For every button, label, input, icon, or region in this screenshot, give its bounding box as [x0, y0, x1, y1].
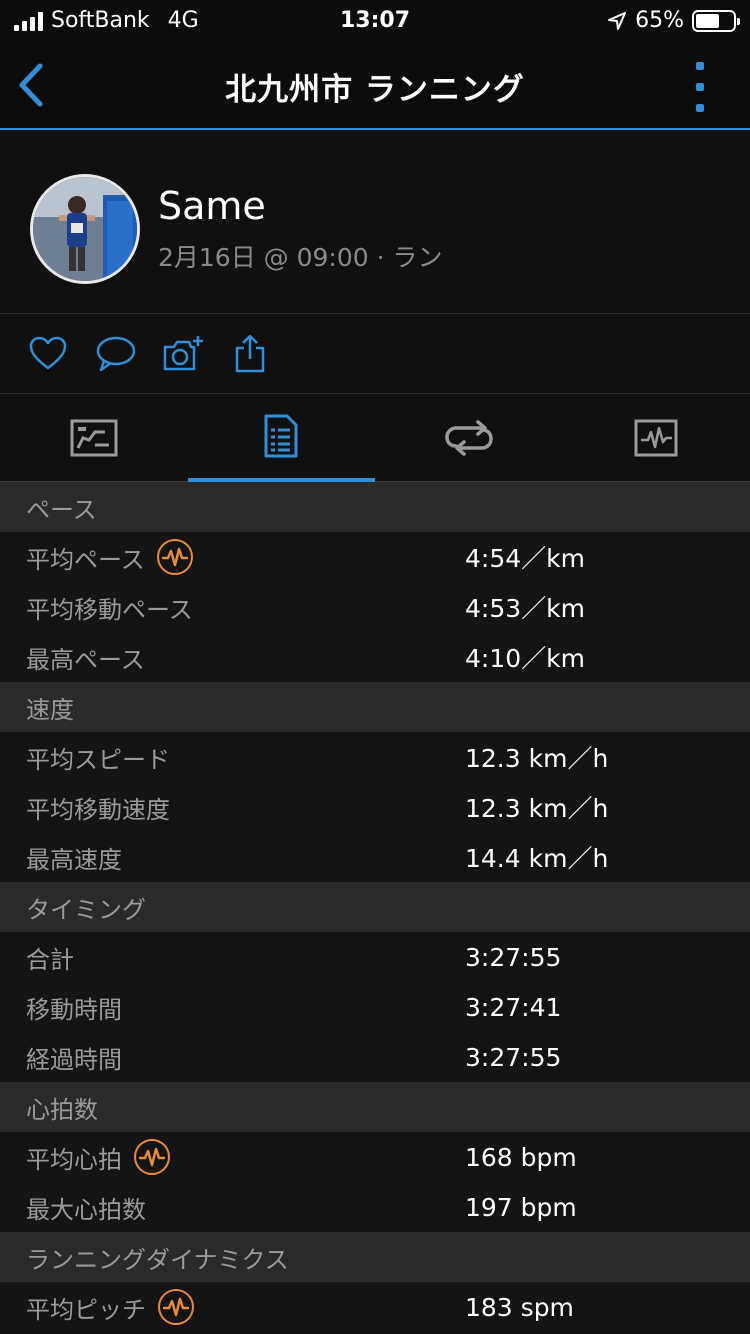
heart-rate-badge-icon[interactable]: [158, 1289, 194, 1325]
stat-row: 平均移動速度 12.3 km／h: [0, 782, 750, 832]
stat-label: 平均ペース: [26, 545, 145, 574]
status-bar: SoftBank 4G 13:07 65%: [0, 0, 750, 42]
stat-value: 3:27:55: [465, 1042, 562, 1072]
stat-label: 最大心拍数: [26, 1195, 146, 1224]
laps-loop-icon: [444, 420, 493, 456]
stat-label: 経過時間: [26, 1045, 122, 1074]
stat-label-wrap: 平均ピッチ: [26, 1282, 194, 1332]
stat-label-wrap: 最大心拍数: [26, 1182, 146, 1232]
tab-bar: [0, 394, 750, 482]
heart-rate-badge-icon[interactable]: [134, 1139, 170, 1175]
tab-stats[interactable]: [187, 394, 375, 482]
chart-icon: [634, 419, 678, 457]
location-arrow-icon: [608, 11, 627, 30]
add-photo-button[interactable]: [162, 334, 203, 374]
stat-label-wrap: 合計: [26, 932, 74, 982]
stat-value: 12.3 km／h: [465, 794, 609, 823]
stat-label: 最高ペース: [26, 645, 145, 674]
heart-rate-badge-icon[interactable]: [156, 539, 193, 575]
stat-label-wrap: 最高速度: [26, 832, 122, 882]
stat-row: 平均ピッチ 183 spm: [0, 1282, 750, 1332]
stat-row: 平均スピード 12.3 km／h: [0, 732, 750, 782]
action-bar: [0, 314, 750, 394]
avatar[interactable]: [30, 174, 140, 284]
share-button[interactable]: [230, 334, 270, 374]
activity-date: 2月16日 @ 09:00 · ラン: [158, 243, 443, 272]
section-header: 心拍数: [0, 1082, 750, 1132]
stat-label: 平均ピッチ: [26, 1295, 146, 1324]
stat-label-wrap: 平均移動ペース: [26, 582, 193, 632]
stat-label: 移動時間: [26, 995, 122, 1024]
stat-label: 平均移動速度: [26, 795, 170, 824]
stat-label: 平均心拍: [26, 1145, 122, 1174]
stat-row: 移動時間 3:27:41: [0, 982, 750, 1032]
stat-row: 最高ペース 4:10／km: [0, 632, 750, 682]
tab-laps[interactable]: [375, 394, 563, 482]
stat-row: 平均心拍 168 bpm: [0, 1132, 750, 1182]
stat-value: 4:53／km: [465, 594, 585, 623]
stat-value: 4:10／km: [465, 644, 585, 673]
stat-label: 合計: [26, 945, 74, 974]
tab-charts[interactable]: [563, 394, 750, 482]
stat-value: 12.3 km／h: [465, 744, 609, 773]
stat-row: 合計 3:27:55: [0, 932, 750, 982]
battery-icon: [692, 9, 740, 32]
user-name: Same: [158, 184, 266, 228]
page-title: 北九州市 ランニング: [225, 72, 525, 108]
stats-list: ペース平均ペース 4:54／km 平均移動ペース 4:53／km 最高ペース 4:10／k…: [0, 482, 750, 1332]
stat-value: 14.4 km／h: [465, 844, 609, 873]
section-header: 速度: [0, 682, 750, 732]
stat-value: 4:54／km: [465, 544, 585, 573]
stat-label-wrap: 経過時間: [26, 1032, 122, 1082]
section-header: ランニングダイナミクス: [0, 1232, 750, 1282]
stat-row: 経過時間 3:27:55: [0, 1032, 750, 1082]
stat-label-wrap: 平均スピード: [26, 732, 170, 782]
stat-label-wrap: 最高ペース: [26, 632, 145, 682]
nav-bar: 北九州市 ランニング: [0, 42, 750, 130]
stat-label: 平均移動ペース: [26, 595, 193, 624]
status-right: 65%: [607, 8, 740, 33]
stat-label-wrap: 平均ペース: [26, 532, 193, 582]
stat-label-wrap: 平均心拍: [26, 1132, 170, 1182]
stat-row: 平均ペース 4:54／km: [0, 532, 750, 582]
add-photo-icon: [163, 336, 203, 371]
battery-fill: [696, 13, 720, 28]
heart-icon: [29, 336, 67, 370]
activity-header: Same 2月16日 @ 09:00 · ラン: [0, 132, 750, 314]
stat-value: 183 spm: [465, 1292, 574, 1322]
comment-button[interactable]: [95, 334, 136, 374]
share-icon: [235, 334, 265, 373]
stat-value: 3:27:41: [465, 992, 562, 1022]
overview-card-icon: [70, 419, 118, 457]
stat-row: 平均移動ペース 4:53／km: [0, 582, 750, 632]
more-button[interactable]: [692, 62, 708, 112]
stats-list-icon: [264, 414, 298, 458]
stat-value: 3:27:55: [465, 942, 562, 972]
stat-label: 最高速度: [26, 845, 122, 874]
section-header: タイミング: [0, 882, 750, 932]
stat-value: 197 bpm: [465, 1192, 577, 1222]
stat-row: 最大心拍数 197 bpm: [0, 1182, 750, 1232]
tab-overview[interactable]: [0, 394, 188, 482]
section-header: ペース: [0, 482, 750, 532]
stat-row: 最高速度 14.4 km／h: [0, 832, 750, 882]
stat-label-wrap: 平均移動速度: [26, 782, 170, 832]
battery-percent: 65%: [635, 8, 684, 33]
comment-icon: [96, 336, 136, 372]
stat-label-wrap: 移動時間: [26, 982, 122, 1032]
vertical-ellipsis-icon: [696, 62, 704, 70]
stat-value: 168 bpm: [465, 1142, 577, 1172]
stat-label: 平均スピード: [26, 745, 170, 774]
like-button[interactable]: [28, 334, 68, 374]
